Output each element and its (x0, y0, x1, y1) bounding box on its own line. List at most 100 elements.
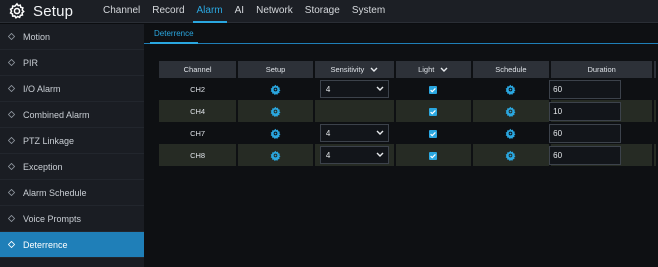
sidebar-item-label: I/O Alarm (23, 84, 61, 94)
sidebar-item-label: Deterrence (23, 240, 68, 250)
sidebar-item-label: Alarm Schedule (23, 188, 87, 198)
duration-input[interactable]: 60 (549, 145, 622, 165)
chevron-down-icon (376, 86, 384, 91)
cell-sensitivity: 4 (314, 144, 396, 166)
sidebar-item-label: Motion (23, 32, 51, 42)
sensitivity-value: 4 (325, 129, 331, 138)
column-header-light-label: Light (418, 65, 435, 74)
cell-duration: 10 (549, 100, 655, 122)
nav-system[interactable]: System (346, 0, 391, 23)
sensitivity-value: 4 (325, 151, 331, 160)
gear-icon[interactable] (505, 106, 516, 117)
gear-icon[interactable] (270, 106, 281, 117)
sidebar-item-exception[interactable]: Exception (0, 154, 144, 180)
column-header-light[interactable]: Light (395, 61, 473, 78)
sidebar-item-deterrence[interactable]: Deterrence (0, 232, 144, 258)
chevron-down-icon (376, 130, 384, 135)
sidebar-item-label: PIR (23, 58, 39, 68)
sidebar-item-label: Voice Prompts (23, 214, 82, 224)
diamond-icon (8, 33, 15, 40)
chevron-down-icon (376, 152, 384, 157)
nav-ai[interactable]: AI (229, 0, 250, 23)
sensitivity-select[interactable]: 4 (319, 124, 389, 142)
sidebar-item-label: Exception (23, 162, 63, 172)
cell-sensitivity: 4 (314, 78, 396, 100)
sensitivity-value: 4 (325, 85, 331, 94)
top-bar: Setup Channel Record Alarm AI Network St… (0, 0, 658, 23)
cell-schedule (472, 144, 552, 166)
nav-record[interactable]: Record (146, 0, 190, 23)
column-header-sensitivity[interactable]: Sensitivity (314, 61, 396, 78)
sidebar-item-label: Combined Alarm (23, 110, 90, 120)
cell-light (395, 122, 473, 144)
diamond-icon (8, 241, 15, 248)
diamond-icon (8, 163, 15, 170)
gear-icon[interactable] (505, 128, 516, 139)
light-checkbox[interactable] (429, 85, 438, 94)
column-header-channel: Channel (159, 61, 239, 78)
cell-schedule (472, 100, 552, 122)
cell-setup (238, 144, 315, 166)
duration-input[interactable]: 60 (549, 79, 622, 99)
sidebar-item-alarm-schedule[interactable]: Alarm Schedule (0, 180, 144, 206)
diamond-icon (8, 215, 15, 222)
sidebar-item-voice-prompts[interactable]: Voice Prompts (0, 206, 144, 232)
cell-overflow (654, 78, 658, 100)
gear-icon[interactable] (270, 128, 281, 139)
nav-channel[interactable]: Channel (97, 0, 146, 23)
cell-sensitivity (314, 100, 396, 122)
app-title: Setup (33, 2, 74, 20)
cell-schedule (472, 122, 552, 144)
light-checkbox[interactable] (429, 107, 438, 116)
sidebar-item-motion[interactable]: Motion (0, 24, 144, 50)
diamond-icon (8, 111, 15, 118)
cell-setup (238, 100, 315, 122)
nav-network[interactable]: Network (250, 0, 299, 23)
cell-sensitivity: 4 (314, 122, 396, 144)
diamond-icon (8, 137, 15, 144)
cell-channel: CH2 (159, 78, 239, 100)
sensitivity-select[interactable]: 4 (319, 146, 389, 164)
cell-light (395, 78, 473, 100)
checkbox-checked-icon (430, 131, 437, 137)
table-row: CH2 4 60 (159, 78, 658, 100)
gear-icon[interactable] (505, 84, 516, 95)
checkbox-checked-icon (430, 109, 437, 115)
cell-channel: CH4 (159, 100, 239, 122)
sidebar-item-ptz-linkage[interactable]: PTZ Linkage (0, 128, 144, 154)
tab-deterrence[interactable]: Deterrence (150, 26, 198, 44)
sidebar-item-io-alarm[interactable]: I/O Alarm (0, 76, 144, 102)
sensitivity-select[interactable]: 4 (319, 80, 389, 98)
gear-icon[interactable] (505, 150, 516, 161)
gear-icon[interactable] (270, 150, 281, 161)
light-checkbox[interactable] (429, 151, 438, 160)
cell-schedule (472, 78, 552, 100)
cell-setup (238, 78, 315, 100)
duration-input[interactable]: 10 (549, 101, 622, 121)
subtab-bar: Deterrence (144, 24, 658, 44)
sidebar-item-label: PTZ Linkage (23, 136, 75, 146)
checkbox-checked-icon (430, 87, 437, 93)
light-checkbox[interactable] (429, 129, 438, 138)
sidebar-item-combined-alarm[interactable]: Combined Alarm (0, 102, 144, 128)
diamond-icon (8, 85, 15, 92)
sidebar-item-pir[interactable]: PIR (0, 50, 144, 76)
nav-alarm[interactable]: Alarm (191, 0, 229, 23)
diamond-icon (8, 59, 15, 66)
app-logo: Setup (8, 2, 73, 20)
cell-overflow (654, 100, 658, 122)
cell-duration: 60 (549, 122, 655, 144)
nav-storage[interactable]: Storage (299, 0, 346, 23)
duration-input[interactable]: 60 (549, 123, 622, 143)
top-nav: Channel Record Alarm AI Network Storage … (97, 0, 391, 23)
gear-icon[interactable] (270, 84, 281, 95)
checkbox-checked-icon (430, 153, 437, 159)
column-header-overflow (654, 61, 658, 78)
cell-channel: CH7 (159, 122, 239, 144)
column-header-setup: Setup (238, 61, 315, 78)
chevron-down-icon (370, 67, 378, 72)
table-row: CH7 4 60 (159, 122, 658, 144)
diamond-icon (8, 189, 15, 196)
cell-light (395, 100, 473, 122)
column-header-sensitivity-label: Sensitivity (330, 65, 365, 74)
